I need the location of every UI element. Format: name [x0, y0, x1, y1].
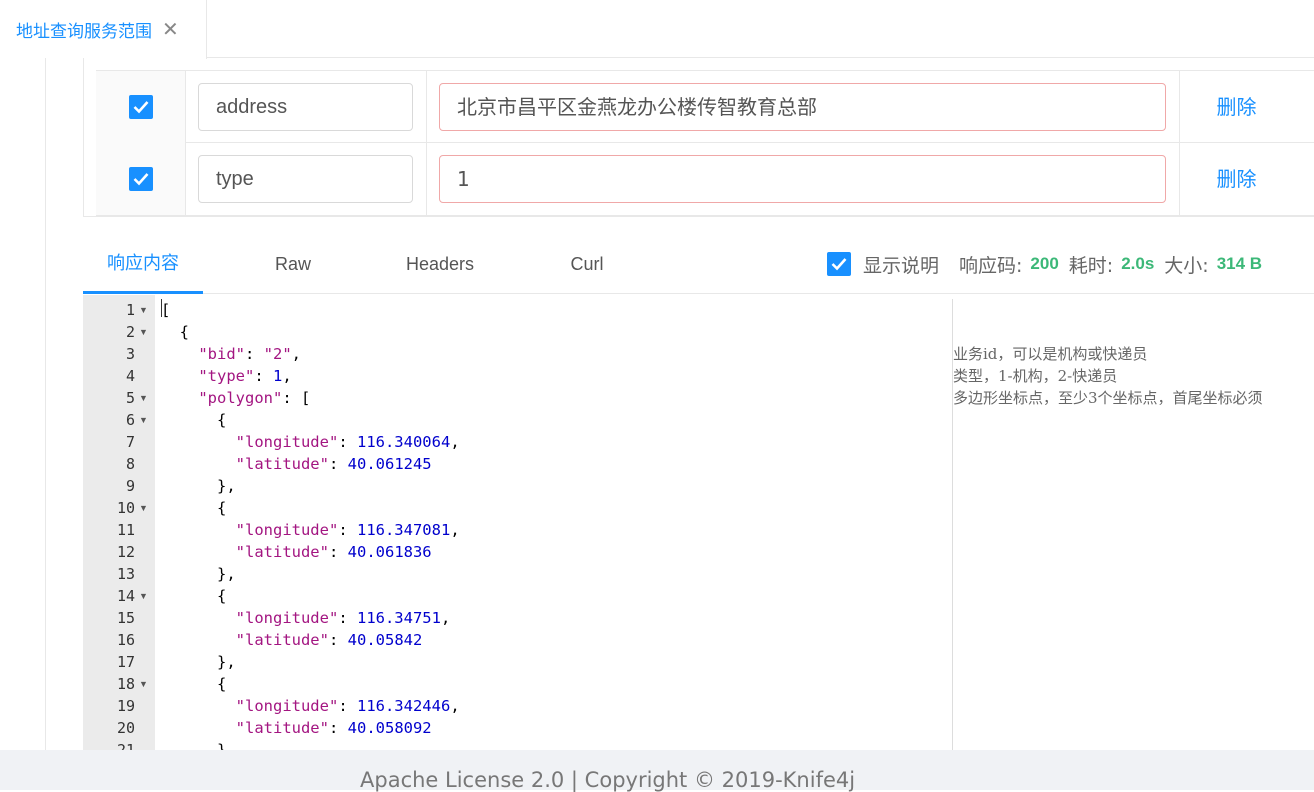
line-number: 4 [125, 367, 135, 385]
line-number: 15 [116, 609, 135, 627]
size-value: 314 B [1216, 254, 1263, 273]
fold-toggle-icon[interactable]: ▼ [139, 409, 149, 431]
fold-toggle-icon[interactable]: ▼ [139, 673, 149, 695]
code-line: { [161, 411, 227, 429]
line-number: 5 [125, 389, 135, 407]
response-editor[interactable]: 1 ▼ 2 ▼ 3 4 5 ▼ 6 ▼ 7 8 9 10 ▼ 11 12 13 14 ▼ 15 16 17 18 ▼ 19 20 21… [83, 295, 1314, 750]
tab-raw[interactable]: Raw [233, 238, 353, 294]
tab-address-query[interactable]: 地址查询服务范围 ✕ [0, 0, 207, 59]
line-number: 13 [116, 565, 135, 583]
delete-link[interactable]: 删除 [1180, 143, 1293, 215]
code-line: "longitude": 116.34751, [235, 609, 451, 627]
param-value-cell: 北京市昌平区金燕龙办公楼传智教育总部 [427, 71, 1180, 143]
line-number: 19 [116, 697, 135, 715]
code-line: "longitude": 116.347081, [235, 521, 460, 539]
code-line: { [161, 499, 227, 517]
code-line: "latitude": 40.05842 [235, 631, 423, 649]
left-divider [45, 58, 46, 750]
check-icon [133, 101, 149, 114]
line-number: 2 [125, 323, 135, 341]
param-check-cell [96, 143, 186, 215]
tab-label: 地址查询服务范围 [16, 22, 152, 42]
response-tabs: 响应内容 Raw Headers Curl 显示说明 响应码: 200 耗时: … [83, 238, 1314, 294]
param-name-input[interactable]: type [198, 155, 413, 203]
tab-response-content[interactable]: 响应内容 [83, 238, 203, 294]
params-table: address 北京市昌平区金燕龙办公楼传智教育总部 删除 type 1 删除 [83, 58, 1314, 217]
text-cursor [161, 299, 162, 317]
time-label: 耗时: [1068, 254, 1114, 277]
field-description: 业务id，可以是机构或快递员 [953, 345, 1148, 363]
line-number: 14 [116, 587, 135, 605]
field-description: 多边形坐标点，至少3个坐标点，首尾坐标必须 [953, 389, 1263, 407]
response-meta: 显示说明 响应码: 200 耗时: 2.0s 大小: 314 B [827, 250, 1272, 278]
code-line: { [161, 587, 227, 605]
param-op-cell: 删除 [1180, 143, 1314, 215]
param-value-cell: 1 [427, 143, 1180, 215]
time-value: 2.0s [1121, 254, 1155, 273]
code-line: { [161, 675, 227, 693]
tab-bar: 地址查询服务范围 ✕ [0, 0, 1314, 59]
line-number: 17 [116, 653, 135, 671]
code-line: "polygon": [ [198, 389, 311, 407]
show-desc-label[interactable]: 显示说明 [863, 251, 939, 278]
code-value: 200 [1030, 254, 1059, 273]
check-icon [133, 173, 149, 186]
code-line: "latitude": 40.058092 [235, 719, 432, 737]
footer: Apache License 2.0 | Copyright © 2019-Kn… [0, 750, 1314, 792]
code-line: }, [161, 741, 236, 750]
code-line: }, [161, 565, 236, 583]
param-row: address 北京市昌平区金燕龙办公楼传智教育总部 删除 [96, 70, 1314, 143]
code-line: "latitude": 40.061245 [235, 455, 432, 473]
line-number: 12 [116, 543, 135, 561]
param-op-cell: 删除 [1180, 71, 1314, 143]
tab-curl[interactable]: Curl [527, 238, 647, 294]
line-number: 1 [125, 301, 135, 319]
code-line: "bid": "2", [198, 345, 302, 363]
line-number: 21 [116, 741, 135, 750]
line-number: 9 [125, 477, 135, 495]
param-name-input[interactable]: address [198, 83, 413, 131]
param-name-cell: address [186, 71, 427, 143]
line-number: 7 [125, 433, 135, 451]
footer-copyright: Apache License 2.0 | Copyright © 2019-Kn… [360, 768, 856, 792]
param-checkbox[interactable] [129, 95, 153, 119]
close-icon[interactable]: ✕ [162, 20, 179, 40]
line-number: 11 [116, 521, 135, 539]
fold-toggle-icon[interactable]: ▼ [139, 497, 149, 519]
line-number: 20 [116, 719, 135, 737]
param-name-cell: type [186, 143, 427, 215]
code-line: "type": 1, [198, 367, 292, 385]
show-desc-checkbox[interactable] [827, 252, 851, 276]
code-line: "latitude": 40.061836 [235, 543, 432, 561]
code-line: "longitude": 116.340064, [235, 433, 460, 451]
size-label: 大小: [1164, 254, 1209, 277]
line-number: 16 [116, 631, 135, 649]
param-row: type 1 删除 [96, 143, 1314, 216]
fold-toggle-icon[interactable]: ▼ [139, 585, 149, 607]
line-number: 6 [125, 411, 135, 429]
tab-headers[interactable]: Headers [380, 238, 500, 294]
check-icon [831, 258, 847, 271]
line-number: 18 [116, 675, 135, 693]
param-value-input[interactable]: 1 [439, 155, 1166, 203]
code-line: "longitude": 116.342446, [235, 697, 460, 715]
code-label: 响应码: [959, 254, 1023, 277]
fold-toggle-icon[interactable]: ▼ [139, 299, 149, 321]
param-value-input[interactable]: 北京市昌平区金燕龙办公楼传智教育总部 [439, 83, 1166, 131]
fold-toggle-icon[interactable]: ▼ [139, 387, 149, 409]
delete-link[interactable]: 删除 [1180, 71, 1293, 143]
field-description: 类型，1-机构，2-快递员 [953, 367, 1118, 385]
code-line: }, [161, 477, 236, 495]
code-line: { [161, 323, 189, 341]
param-check-cell [96, 71, 186, 143]
line-number: 3 [125, 345, 135, 363]
line-number: 10 [116, 499, 135, 517]
fold-toggle-icon[interactable]: ▼ [139, 321, 149, 343]
code-line: [ [161, 301, 171, 319]
line-gutter: 1 ▼ 2 ▼ 3 4 5 ▼ 6 ▼ 7 8 9 10 ▼ 11 12 13 14 ▼ 15 16 17 18 ▼ 19 20 21 [83, 295, 155, 750]
line-number: 8 [125, 455, 135, 473]
param-checkbox[interactable] [129, 167, 153, 191]
code-line: }, [161, 653, 236, 671]
